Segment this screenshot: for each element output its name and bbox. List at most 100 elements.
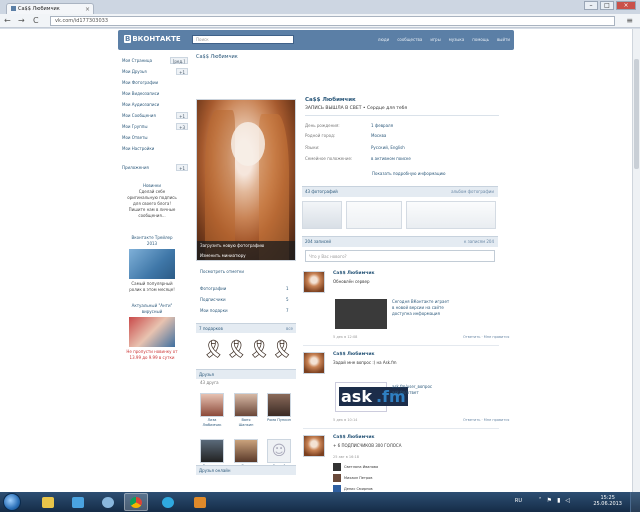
menu-item-my-page[interactable]: Моя Страница [ред.]	[122, 55, 192, 66]
forward-button[interactable]: →	[18, 16, 25, 25]
profile-short-name[interactable]: Ca$$ Любимчик	[196, 54, 238, 60]
ribbon-gift-icon[interactable]: 🎗	[248, 339, 271, 361]
post-attachment[interactable]: Сегодня ВКонтакте играет в новой версии …	[392, 299, 449, 317]
menu-count[interactable]: [ред.]	[169, 57, 188, 64]
ribbon-gift-icon[interactable]: 🎗	[271, 339, 294, 361]
photo-thumb[interactable]	[302, 201, 342, 229]
ad-block-3[interactable]: Актуальный "Анти" вирусный Не пропусти н…	[126, 303, 178, 361]
post-date[interactable]: 5 дек в 10:14	[333, 418, 357, 422]
gifts-all-link[interactable]: все	[286, 324, 293, 333]
post-actions[interactable]: Ответить · Мне нравится	[463, 335, 509, 339]
taskbar-clock[interactable]: 15:25 25.06.2013	[593, 495, 622, 507]
side-link-gifts[interactable]: Мои подарки	[200, 308, 228, 313]
post-author[interactable]: Ca$$ Любимчик	[333, 435, 375, 440]
menu-item-photos[interactable]: Мои Фотографии	[122, 77, 192, 88]
nav-communities[interactable]: сообщества	[397, 37, 422, 42]
show-desktop-button[interactable]	[630, 492, 640, 512]
reload-button[interactable]: C	[33, 16, 39, 25]
askfm-logo-image[interactable]: ask .fm	[335, 382, 408, 412]
ad-block-1[interactable]: Новинки Сделай себе оригинальную подпись…	[126, 183, 178, 219]
comment-row[interactable]: Михаил Петров	[333, 474, 372, 482]
edit-thumbnail-link[interactable]: Изменить миниатюру	[197, 251, 295, 260]
view-tags-link[interactable]: Посмотреть отметки	[200, 269, 244, 274]
nav-games[interactable]: игры	[430, 37, 440, 42]
info-value[interactable]: 1 февраля	[371, 123, 393, 128]
post-date[interactable]: 25 авг в 16:18	[333, 455, 359, 459]
post-avatar[interactable]	[303, 435, 325, 457]
comment-avatar[interactable]	[333, 474, 341, 482]
post-avatar[interactable]	[303, 271, 325, 293]
friend-name[interactable]: Лиза Любимчик	[200, 418, 224, 427]
gifts-header[interactable]: 7 подарков все	[196, 323, 296, 333]
nav-logout[interactable]: выйти	[497, 37, 510, 42]
menu-item-groups[interactable]: Мои Группы +3	[122, 121, 192, 132]
address-bar[interactable]: vk.com/id177303033	[50, 16, 615, 26]
wall-post-input[interactable]: Что у Вас нового?	[305, 250, 495, 262]
language-indicator[interactable]: RU	[515, 498, 522, 504]
friend-card[interactable]: Рома Пупкин	[267, 393, 291, 423]
nav-music[interactable]: музыка	[449, 37, 465, 42]
page-scrollbar[interactable]	[632, 29, 640, 492]
comment-row[interactable]: Денис Смирнов	[333, 485, 373, 492]
friend-name[interactable]: Ваня Шапкин	[234, 418, 258, 427]
post-actions[interactable]: Ответить · Мне нравится	[463, 418, 509, 422]
side-link-followers[interactable]: Подписчики	[200, 297, 226, 302]
scroll-thumb[interactable]	[634, 59, 639, 169]
photos-album-link[interactable]: альбом фотографии	[451, 187, 494, 197]
search-input[interactable]: Поиск	[192, 35, 294, 44]
online-friends-header[interactable]: Друзья онлайн	[196, 465, 296, 475]
info-value[interactable]: Москва	[371, 133, 386, 138]
friend-avatar[interactable]	[200, 393, 224, 417]
show-details-link[interactable]: Показать подробную информацию	[372, 171, 446, 176]
explorer-taskbar-button[interactable]	[36, 493, 60, 511]
nav-help[interactable]: помощь	[472, 37, 489, 42]
comment-author[interactable]: Денис Смирнов	[344, 487, 373, 491]
profile-status[interactable]: ЗАПИСЬ ВЫШЛА В СВЕТ • Сердце для тебя	[305, 106, 407, 111]
wall-header[interactable]: 204 записей к записям 204	[302, 236, 498, 247]
volume-icon[interactable]: ◁	[565, 497, 570, 504]
photo-thumb[interactable]	[346, 201, 402, 229]
comment-author[interactable]: Михаил Петров	[344, 476, 372, 480]
maximize-button[interactable]: □	[600, 1, 614, 10]
menu-item-videos[interactable]: Мои Видеозаписи	[122, 88, 192, 99]
side-link-photos[interactable]: Фотографии	[200, 286, 226, 291]
chrome-taskbar-button[interactable]	[124, 493, 148, 511]
close-window-button[interactable]: ×	[616, 1, 636, 10]
comment-author[interactable]: Светлана Иванова	[344, 465, 378, 469]
close-tab-icon[interactable]: ×	[85, 6, 90, 13]
skype-taskbar-button[interactable]	[156, 493, 180, 511]
menu-item-friends[interactable]: Мои Друзья +1	[122, 66, 192, 77]
comment-avatar[interactable]	[333, 463, 341, 471]
post-attachment[interactable]: ask.fm/user_вопрос ask.fm/ответ	[392, 384, 432, 396]
friend-card[interactable]: Лиза Любимчик	[200, 393, 224, 427]
ribbon-gift-icon[interactable]: 🎗	[225, 339, 248, 361]
friend-avatar[interactable]	[234, 439, 258, 463]
ad-block-2[interactable]: Вконтакте Трейлер 2013 Самый популярный …	[126, 235, 178, 293]
post-image[interactable]	[335, 299, 387, 329]
photo-thumb[interactable]	[406, 201, 496, 229]
media-taskbar-button[interactable]	[66, 493, 90, 511]
ad-image[interactable]	[129, 317, 175, 347]
network-icon[interactable]: ▮	[557, 497, 560, 504]
flag-icon[interactable]: ⚑	[547, 497, 552, 504]
messenger-taskbar-button[interactable]	[96, 493, 120, 511]
friends-header[interactable]: Друзья	[196, 369, 296, 379]
wall-all-link[interactable]: к записям 204	[464, 237, 494, 247]
profile-photo[interactable]: Загрузить новую фотографию Изменить мини…	[196, 99, 296, 261]
post-author[interactable]: Ca$$ Любимчик	[333, 271, 375, 276]
nav-people[interactable]: люди	[378, 37, 389, 42]
menu-item-settings[interactable]: Мои Настройки	[122, 143, 192, 154]
ribbon-gift-icon[interactable]: 🎗	[202, 339, 225, 361]
vk-logo[interactable]: В ВКОНТАКТЕ	[124, 35, 181, 43]
camera-placeholder-icon[interactable]: ☺	[267, 439, 291, 463]
menu-item-apps[interactable]: Приложения +1	[122, 162, 192, 173]
post-date[interactable]: 5 дек в 12:08	[333, 335, 357, 339]
menu-item-answers[interactable]: Мои Ответы	[122, 132, 192, 143]
chevron-up-icon[interactable]: ˄	[539, 497, 542, 504]
minimize-button[interactable]: –	[584, 1, 598, 10]
menu-item-messages[interactable]: Мои Сообщения +1	[122, 110, 192, 121]
ad-image[interactable]	[129, 249, 175, 279]
post-author[interactable]: Ca$$ Любимчик	[333, 352, 375, 357]
app-taskbar-button[interactable]	[188, 493, 212, 511]
comment-row[interactable]: Светлана Иванова	[333, 463, 378, 471]
